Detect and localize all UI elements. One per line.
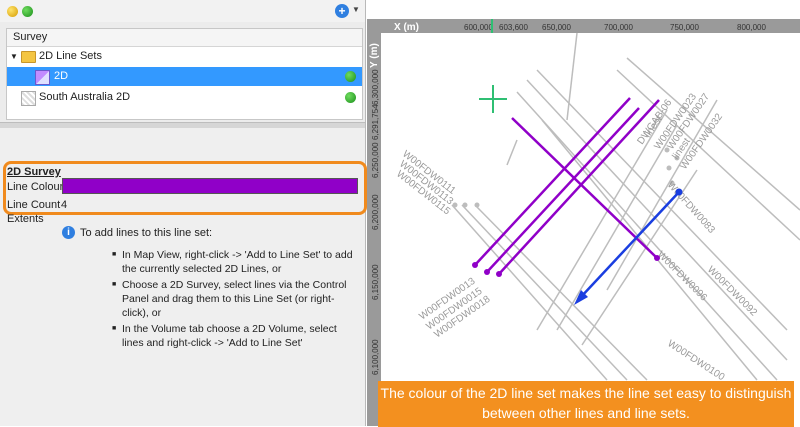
instruction-item: Choose a 2D Survey, select lines via the… xyxy=(112,278,357,320)
tree-item-label: 2D Line Sets xyxy=(39,50,102,62)
other-lines xyxy=(451,32,800,381)
yellow-status-icon[interactable] xyxy=(7,6,18,17)
x-tick-label: 600,000 xyxy=(464,23,493,32)
map-canvas[interactable]: X (m) Y (m) 600,000 603,600 650,000 700,… xyxy=(367,0,800,426)
survey-tree: Survey ▼ 2D Line Sets 2D South Australia… xyxy=(6,28,363,120)
y-axis-label: Y (m) xyxy=(369,43,380,68)
line-colour-label: Line Colour xyxy=(7,181,64,193)
chevron-down-icon[interactable]: ▼ xyxy=(10,47,18,66)
extents-label: Extents xyxy=(7,213,44,225)
visible-status-icon[interactable] xyxy=(345,92,356,103)
x-tick-label: 750,000 xyxy=(670,23,699,32)
x-axis-label: X (m) xyxy=(394,22,419,33)
survey-title[interactable]: 2D Survey xyxy=(7,166,61,178)
x-tick-label: 700,000 xyxy=(604,23,633,32)
line-count-value: 4 xyxy=(61,199,68,211)
properties-panel: 2D Survey Line Colour Line Count 4 Exten… xyxy=(0,128,367,426)
tree-item-south-australia-2d[interactable]: South Australia 2D xyxy=(7,88,362,107)
tree-header: Survey xyxy=(7,29,362,47)
instruction-item: In Map View, right-click -> 'Add to Line… xyxy=(112,248,357,276)
line-set-icon xyxy=(35,70,50,85)
toolbar: + ▼ xyxy=(0,0,365,22)
y-tick-label: 6,200,000 xyxy=(371,194,380,230)
selected-line-start xyxy=(675,188,683,196)
y-tick-label: 6,100,000 xyxy=(371,339,380,375)
instruction-item: In the Volume tab choose a 2D Volume, se… xyxy=(112,322,357,350)
y-tick-label: 6,300,000 xyxy=(371,69,380,105)
line-colour-swatch[interactable] xyxy=(62,178,358,194)
x-tick-label: 603,600 xyxy=(499,23,528,32)
survey-icon xyxy=(21,91,36,106)
tree-item-2d[interactable]: 2D xyxy=(7,67,362,86)
caption-banner: The colour of the 2D line set makes the … xyxy=(378,381,794,427)
x-tick-label: 650,000 xyxy=(542,23,571,32)
tree-item-label: 2D xyxy=(54,70,69,82)
line-label: W00FDW0096 xyxy=(655,249,709,303)
folder-icon xyxy=(21,51,36,63)
y-tick-label: 6,291,754 xyxy=(371,104,380,140)
tree-item-2d-line-sets[interactable]: ▼ 2D Line Sets xyxy=(7,47,362,66)
crosshair-icon xyxy=(479,85,507,113)
map-view[interactable]: X (m) Y (m) 600,000 603,600 650,000 700,… xyxy=(367,0,800,426)
tree-item-label: South Australia 2D xyxy=(39,91,131,103)
selected-line xyxy=(579,191,680,299)
y-tick-label: 6,250,000 xyxy=(371,142,380,178)
add-icon[interactable]: + xyxy=(335,4,349,18)
green-status-icon[interactable] xyxy=(22,6,33,17)
info-title: To add lines to this line set: xyxy=(80,227,213,239)
chevron-down-icon[interactable]: ▼ xyxy=(352,5,360,14)
y-tick-label: 6,150,000 xyxy=(371,264,380,300)
x-tick-label: 800,000 xyxy=(737,23,766,32)
instruction-list: In Map View, right-click -> 'Add to Line… xyxy=(112,248,357,352)
visible-status-icon[interactable] xyxy=(345,71,356,82)
line-count-label: Line Count xyxy=(7,199,61,211)
line-label: W00FDW0100 xyxy=(665,338,726,383)
x-axis-bar xyxy=(367,19,800,33)
info-icon: i xyxy=(62,226,75,239)
left-panel: + ▼ Survey ▼ 2D Line Sets 2D South Austr… xyxy=(0,0,367,426)
